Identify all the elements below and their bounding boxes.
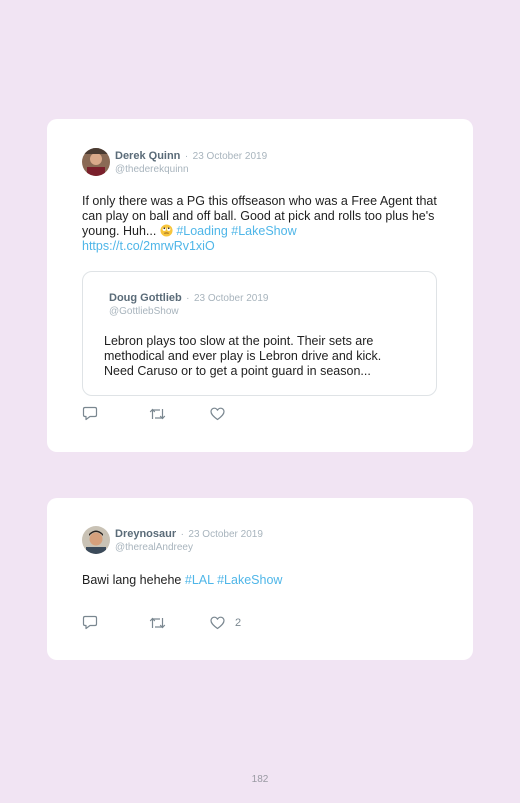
separator: · bbox=[186, 293, 190, 304]
tweet-text-main: Bawi lang hehehe bbox=[82, 573, 182, 587]
hashtag-link[interactable]: #LakeShow bbox=[231, 224, 296, 238]
retweet-icon bbox=[149, 408, 166, 419]
author-name[interactable]: Dreynosaur bbox=[115, 528, 176, 540]
avatar[interactable] bbox=[82, 148, 110, 176]
rolling-eyes-emoji-icon bbox=[160, 224, 173, 237]
author-handle[interactable]: @thederekquinn bbox=[115, 163, 267, 176]
quoted-author-handle[interactable]: @GottliebShow bbox=[109, 305, 268, 318]
retweet-button[interactable] bbox=[149, 616, 210, 630]
tweet-card: Derek Quinn · 23 October 2019 @thederekq… bbox=[47, 119, 473, 452]
separator: · bbox=[184, 151, 189, 162]
retweet-button[interactable] bbox=[149, 407, 210, 421]
tweet-header: Derek Quinn · 23 October 2019 @thederekq… bbox=[82, 148, 267, 176]
separator: · bbox=[180, 529, 184, 540]
heart-icon bbox=[210, 616, 225, 629]
quoted-tweet-header: Doug Gottlieb · 23 October 2019 @Gottlie… bbox=[109, 290, 268, 318]
tweet-card: Dreynosaur · 23 October 2019 @therealAnd… bbox=[47, 498, 473, 660]
avatar[interactable] bbox=[82, 526, 110, 554]
page-number: 182 bbox=[251, 774, 269, 785]
tweet-date[interactable]: 23 October 2019 bbox=[193, 151, 268, 162]
tweet-text: Bawi lang hehehe #LAL #LakeShow bbox=[82, 573, 442, 588]
like-button[interactable]: 2 bbox=[210, 616, 241, 630]
quoted-author-name[interactable]: Doug Gottlieb bbox=[109, 292, 182, 304]
quoted-tweet-date[interactable]: 23 October 2019 bbox=[194, 293, 269, 304]
reply-button[interactable] bbox=[82, 615, 149, 630]
reply-icon bbox=[82, 615, 98, 630]
hashtag-link[interactable]: #LAL bbox=[185, 573, 214, 587]
hashtag-link[interactable]: #LakeShow bbox=[217, 573, 282, 587]
tweet-actions bbox=[82, 406, 235, 421]
like-button[interactable] bbox=[210, 407, 235, 421]
tweet-header: Dreynosaur · 23 October 2019 @therealAnd… bbox=[82, 526, 263, 554]
heart-icon bbox=[210, 407, 225, 420]
reply-button[interactable] bbox=[82, 406, 149, 421]
author-name[interactable]: Derek Quinn bbox=[115, 150, 180, 162]
tweet-text: If only there was a PG this offseason wh… bbox=[82, 194, 442, 254]
tweet-url-link[interactable]: https://t.co/2mrwRv1xiO bbox=[82, 239, 215, 253]
quoted-tweet[interactable]: Doug Gottlieb · 23 October 2019 @Gottlie… bbox=[82, 271, 437, 396]
reply-icon bbox=[82, 406, 98, 421]
author-handle[interactable]: @therealAndreey bbox=[115, 541, 263, 554]
tweet-actions: 2 bbox=[82, 615, 241, 630]
hashtag-link[interactable]: #Loading bbox=[176, 224, 227, 238]
tweet-date[interactable]: 23 October 2019 bbox=[188, 529, 263, 540]
retweet-icon bbox=[149, 617, 166, 628]
quoted-tweet-text: Lebron plays too slow at the point. Thei… bbox=[104, 334, 382, 378]
like-count: 2 bbox=[235, 616, 242, 629]
